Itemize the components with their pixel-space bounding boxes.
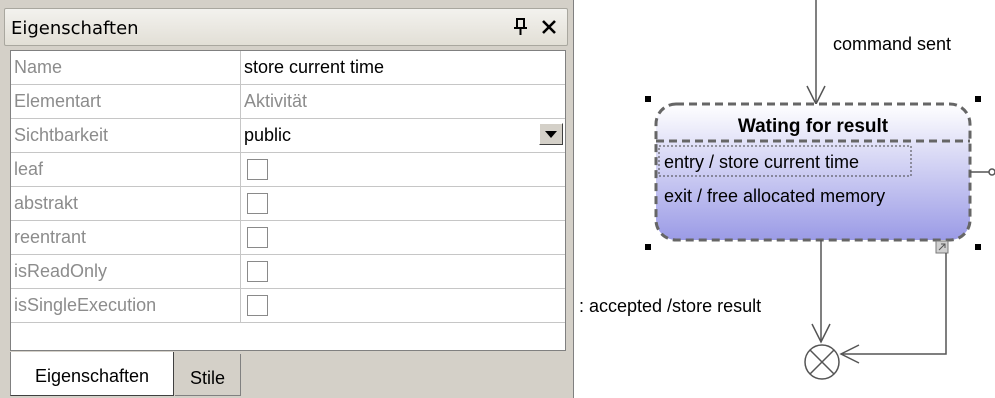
transition-to-terminate[interactable] xyxy=(811,240,831,344)
property-label: Elementart xyxy=(11,85,241,118)
return-transition[interactable] xyxy=(839,253,947,364)
property-row-issingleexecution: isSingleExecution xyxy=(11,289,565,323)
property-label: isReadOnly xyxy=(11,255,241,288)
incoming-transition[interactable] xyxy=(806,0,826,106)
panel-title-bar: Eigenschaften xyxy=(4,8,568,46)
property-value-cell xyxy=(242,153,565,186)
issingleexecution-checkbox[interactable] xyxy=(247,295,268,316)
chevron-down-icon xyxy=(545,131,557,138)
sichtbarkeit-select[interactable]: public xyxy=(242,119,565,152)
property-row-elementart: Elementart Aktivität xyxy=(11,85,565,119)
property-label: Sichtbarkeit xyxy=(11,119,241,152)
diagram-canvas[interactable]: command sent Wating for result entry / s… xyxy=(575,0,995,398)
tab-stile[interactable]: Stile xyxy=(175,354,241,396)
property-value-cell xyxy=(242,255,565,288)
transition-label-accepted[interactable]: : accepted /store result xyxy=(579,296,761,316)
property-label: Name xyxy=(11,51,241,84)
property-row-reentrant: reentrant xyxy=(11,221,565,255)
state-diagram: command sent Wating for result entry / s… xyxy=(579,0,995,380)
terminate-node-icon[interactable] xyxy=(804,344,840,380)
leaf-checkbox[interactable] xyxy=(247,159,268,180)
property-value-cell xyxy=(242,221,565,254)
property-label: leaf xyxy=(11,153,241,186)
panel-tab-strip: Eigenschaften Stile xyxy=(10,352,566,398)
state-activity-entry[interactable]: entry / store current time xyxy=(664,152,859,172)
property-value-cell xyxy=(242,289,565,322)
outgoing-transition-stub[interactable] xyxy=(970,168,995,176)
sichtbarkeit-selected-value: public xyxy=(244,125,292,145)
property-grid: Name store current time Elementart Aktiv… xyxy=(10,50,566,351)
tab-eigenschaften[interactable]: Eigenschaften xyxy=(10,352,174,396)
pin-icon[interactable] xyxy=(511,17,529,37)
elementart-value: Aktivität xyxy=(244,91,308,111)
reentrant-checkbox[interactable] xyxy=(247,227,268,248)
close-icon[interactable] xyxy=(539,17,559,37)
dropdown-button[interactable] xyxy=(539,123,563,145)
transition-label-command-sent[interactable]: command sent xyxy=(833,34,951,54)
state-title: Wating for result xyxy=(738,116,889,137)
resize-grip-icon[interactable] xyxy=(935,240,949,254)
property-label: abstrakt xyxy=(11,187,241,220)
properties-panel: Eigenschaften Name store current time El… xyxy=(0,0,574,398)
name-input[interactable]: store current time xyxy=(242,51,565,84)
property-label: reentrant xyxy=(11,221,241,254)
property-row-name: Name store current time xyxy=(11,51,565,85)
panel-title: Eigenschaften xyxy=(11,18,139,39)
property-row-isreadonly: isReadOnly xyxy=(11,255,565,289)
state-activity-exit[interactable]: exit / free allocated memory xyxy=(664,186,885,206)
property-row-abstrakt: abstrakt xyxy=(11,187,565,221)
property-label: isSingleExecution xyxy=(11,289,241,322)
abstrakt-checkbox[interactable] xyxy=(247,193,268,214)
property-row-leaf: leaf xyxy=(11,153,565,187)
property-row-sichtbarkeit: Sichtbarkeit public xyxy=(11,119,565,153)
property-value-cell xyxy=(242,187,565,220)
isreadonly-checkbox[interactable] xyxy=(247,261,268,282)
